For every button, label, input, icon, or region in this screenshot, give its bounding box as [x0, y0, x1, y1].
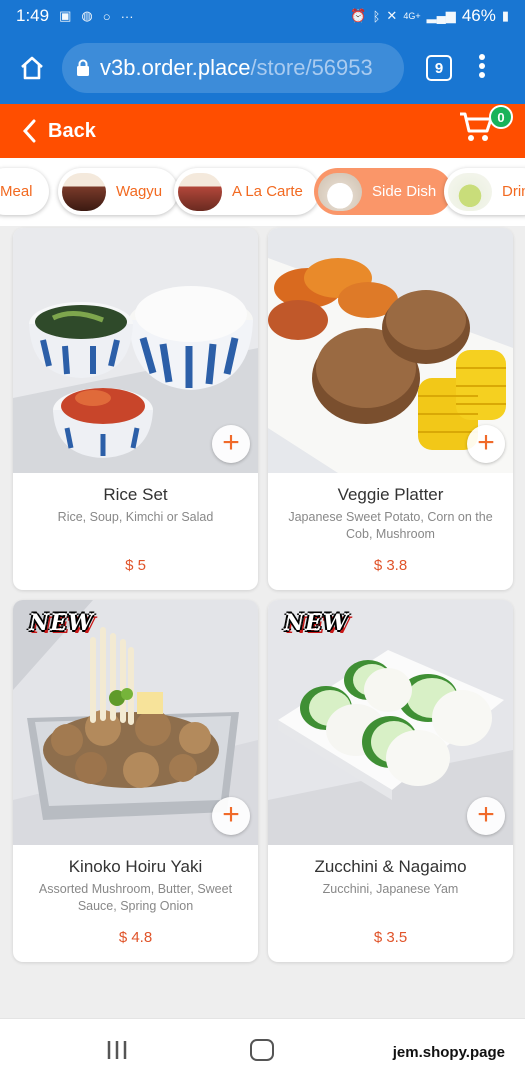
url-host: v3b.order.place — [100, 55, 251, 80]
add-to-cart-button[interactable]: + — [467, 797, 505, 835]
category-label: Meal — [0, 183, 33, 200]
mute-icon: ✕ — [386, 8, 398, 23]
battery-label: 46% — [461, 6, 496, 25]
chevron-left-icon — [22, 119, 36, 143]
product-name: Veggie Platter — [337, 485, 444, 504]
drinks-thumbnail — [448, 172, 492, 211]
category-label: Wagyu — [116, 183, 163, 200]
category-side-dish[interactable]: Side Dish — [314, 168, 453, 215]
product-image: NEW + — [13, 600, 258, 845]
lock-icon — [77, 59, 89, 76]
tab-switcher-button[interactable]: 9 — [426, 55, 452, 81]
more-vert-icon — [479, 54, 485, 78]
back-button[interactable]: Back — [22, 119, 96, 143]
whatsapp-icon: ◍ — [81, 8, 93, 23]
product-name: Rice Set — [103, 485, 168, 504]
category-drinks[interactable]: Drin — [444, 168, 525, 215]
product-description: Japanese Sweet Potato, Corn on the Cob, … — [288, 510, 493, 541]
circle-icon: ○ — [102, 8, 111, 24]
product-price: $ 5 — [125, 557, 146, 574]
status-bar: 1:49 ▣ ◍ ○ ··· ⏰ ᛒ ✕ 4G+ ▂▄▆ 46% ▮ — [0, 0, 525, 32]
category-label: Drin — [502, 183, 525, 200]
add-to-cart-button[interactable]: + — [467, 425, 505, 463]
product-name: Kinoko Hoiru Yaki — [68, 857, 203, 876]
product-card[interactable]: NEW + Kinoko Hoiru Yaki Assorted Mushroo… — [13, 600, 258, 962]
signal-icon: ▂▄▆ — [426, 8, 456, 23]
wagyu-thumbnail — [62, 172, 106, 211]
new-badge: NEW — [284, 610, 349, 636]
product-card[interactable]: + Veggie Platter Japanese Sweet Potato, … — [268, 228, 513, 590]
back-label: Back — [48, 119, 96, 142]
url-path: /store/56953 — [250, 55, 373, 80]
side-dish-thumbnail — [318, 172, 362, 211]
category-a-la-carte[interactable]: A La Carte — [174, 168, 319, 215]
recent-apps-button[interactable] — [106, 1039, 128, 1061]
product-image: NEW + — [268, 600, 513, 845]
category-wagyu[interactable]: Wagyu — [58, 168, 179, 215]
status-time: 1:49 — [16, 6, 50, 25]
add-to-cart-button[interactable]: + — [212, 425, 250, 463]
category-label: A La Carte — [232, 183, 303, 200]
network-label: 4G+ — [403, 11, 421, 21]
cart-icon — [460, 112, 493, 141]
home-icon — [21, 56, 43, 80]
product-price: $ 4.8 — [118, 929, 153, 946]
product-description: Rice, Soup, Kimchi or Salad — [57, 510, 214, 524]
address-bar[interactable]: v3b.order.place/store/56953 — [62, 43, 404, 93]
home-button[interactable] — [250, 1039, 274, 1061]
app-header: Back 0 — [0, 104, 525, 158]
new-badge: NEW — [29, 610, 94, 636]
product-image: + — [268, 228, 513, 473]
system-nav-bar: jem.shopy.page — [0, 1018, 525, 1080]
battery-icon: ▮ — [501, 8, 509, 23]
watermark: jem.shopy.page — [392, 1044, 505, 1061]
cart-button[interactable]: 0 — [459, 105, 513, 151]
product-card[interactable]: + Rice Set Rice, Soup, Kimchi or Salad $… — [13, 228, 258, 590]
product-card[interactable]: NEW + Zucchini & Nagaimo Zucchini, Japan… — [268, 600, 513, 962]
product-description: Zucchini, Japanese Yam — [322, 882, 459, 896]
gallery-icon: ▣ — [59, 8, 72, 23]
category-meal[interactable]: Meal — [0, 168, 49, 215]
product-price: $ 3.8 — [373, 557, 408, 574]
more-notifications-icon: ··· — [120, 8, 134, 24]
product-description: Assorted Mushroom, Butter, Sweet Sauce, … — [38, 882, 233, 913]
browser-home-button[interactable] — [10, 46, 54, 90]
alarm-icon: ⏰ — [350, 8, 367, 23]
product-image: + — [13, 228, 258, 473]
browser-toolbar: v3b.order.place/store/56953 9 — [0, 32, 525, 104]
category-strip: Meal Wagyu A La Carte Side Dish Drin — [0, 158, 525, 226]
product-name: Zucchini & Nagaimo — [314, 857, 467, 876]
add-to-cart-button[interactable]: + — [212, 797, 250, 835]
browser-menu-button[interactable] — [478, 53, 486, 83]
cart-count-badge: 0 — [489, 105, 513, 129]
category-label: Side Dish — [372, 183, 437, 200]
product-price: $ 3.5 — [373, 929, 408, 946]
a-la-carte-thumbnail — [178, 172, 222, 211]
bluetooth-icon: ᛒ — [372, 8, 381, 24]
